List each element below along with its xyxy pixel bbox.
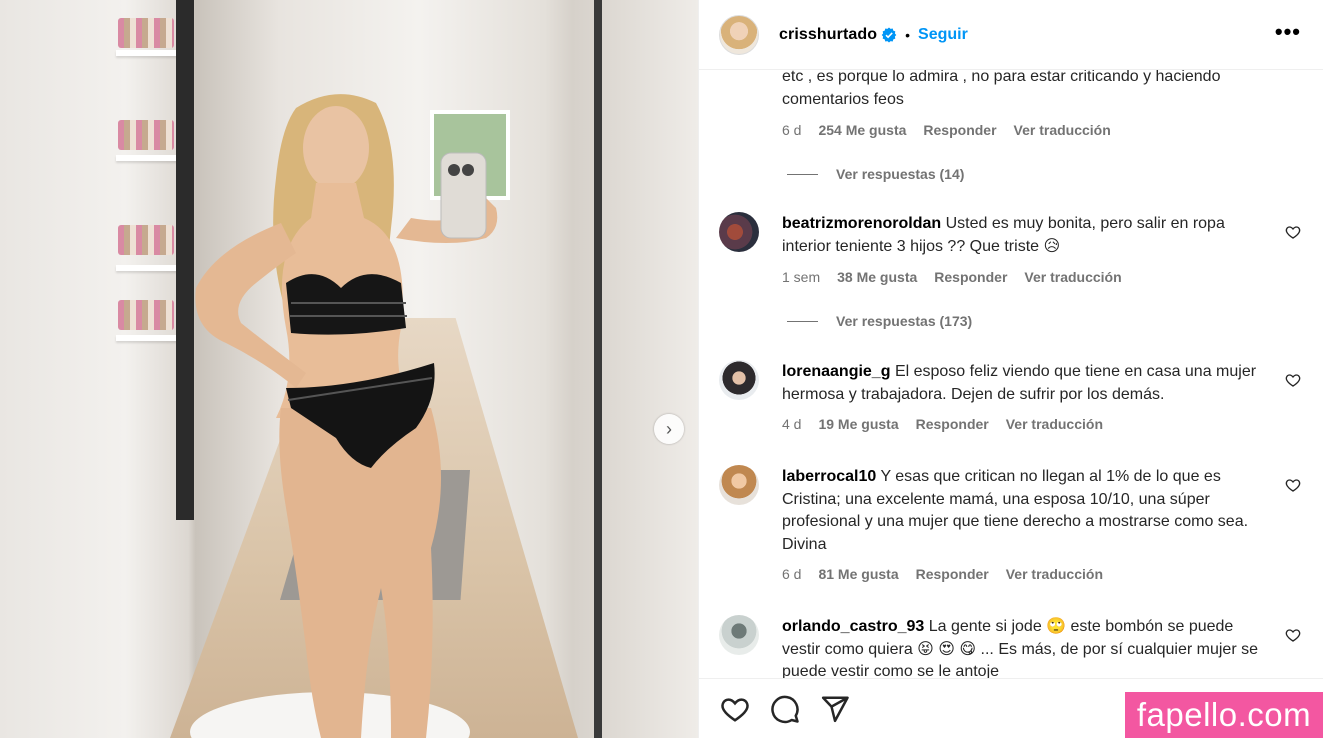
replies-divider — [787, 320, 818, 322]
view-replies-button[interactable]: Ver respuestas (173) — [787, 313, 972, 329]
photo-shelf — [116, 155, 178, 161]
author-avatar[interactable] — [719, 14, 759, 55]
comment-likes[interactable]: 38 Me gusta — [837, 269, 917, 285]
header-separator: • — [905, 26, 911, 43]
share-button[interactable] — [819, 693, 851, 725]
commenter-username[interactable]: laberrocal10 — [782, 468, 876, 485]
post-side-panel: crisshurtado • Seguir ••• etc , es porqu… — [698, 0, 1323, 738]
reply-button[interactable]: Responder — [916, 416, 989, 432]
send-icon — [821, 696, 849, 722]
comment-text: lorenaangie_g El esposo feliz viendo que… — [782, 363, 1257, 403]
comment-like-heart-icon[interactable] — [1285, 627, 1301, 643]
photo-person — [195, 94, 498, 738]
commenter-username[interactable]: beatrizmorenoroldan — [782, 215, 941, 232]
comment-meta: 6 d 254 Me gusta Responder Ver traducció… — [782, 122, 1128, 138]
comment-time[interactable]: 6 d — [782, 122, 801, 138]
commenter-username[interactable]: lorenaangie_g — [782, 363, 890, 380]
post-photo: › — [0, 0, 698, 738]
comment-likes[interactable]: 254 Me gusta — [818, 122, 906, 138]
photo-clothes — [118, 18, 174, 48]
comment-meta: 4 d 19 Me gusta Responder Ver traducción — [782, 416, 1120, 432]
comment-button[interactable] — [769, 693, 801, 725]
comment-time[interactable]: 1 sem — [782, 269, 820, 285]
reply-button[interactable]: Responder — [923, 122, 996, 138]
comment-text: beatrizmorenoroldan Usted es muy bonita,… — [782, 215, 1225, 255]
comment-meta: 6 d 81 Me gusta Responder Ver traducción — [782, 566, 1120, 582]
comment-likes[interactable]: 19 Me gusta — [818, 416, 898, 432]
comments-list: etc , es porque lo admira , no para esta… — [699, 70, 1323, 678]
comment-like-heart-icon[interactable] — [1285, 224, 1301, 240]
photo-shelf — [116, 50, 178, 56]
post-header: crisshurtado • Seguir ••• — [699, 0, 1323, 70]
translate-button[interactable]: Ver traducción — [1006, 416, 1103, 432]
comment-time[interactable]: 4 d — [782, 416, 801, 432]
translate-button[interactable]: Ver traducción — [1024, 269, 1121, 285]
replies-divider — [787, 173, 818, 175]
comment-like-heart-icon[interactable] — [1285, 477, 1301, 493]
translate-button[interactable]: Ver traducción — [1014, 122, 1111, 138]
next-photo-button[interactable]: › — [654, 414, 684, 444]
like-button[interactable] — [719, 693, 751, 725]
commenter-username[interactable]: orlando_castro_93 — [782, 618, 924, 635]
reply-button[interactable]: Responder — [916, 566, 989, 582]
follow-button[interactable]: Seguir — [918, 26, 968, 44]
commenter-avatar[interactable] — [719, 360, 759, 400]
comment-text: laberrocal10 Y esas que critican no lleg… — [782, 468, 1249, 553]
author-username[interactable]: crisshurtado — [779, 26, 877, 44]
comment-likes[interactable]: 81 Me gusta — [818, 566, 898, 582]
comment-text: orlando_castro_93 La gente si jode 🙄 est… — [782, 618, 1258, 678]
photo-shelf — [116, 265, 178, 271]
photo-clothes — [118, 120, 174, 150]
reply-button[interactable]: Responder — [934, 269, 1007, 285]
comment-time[interactable]: 6 d — [782, 566, 801, 582]
comment-text: etc , es porque lo admira , no para esta… — [782, 70, 1221, 108]
chevron-right-icon: › — [666, 418, 672, 439]
verified-badge-icon — [881, 27, 897, 43]
commenter-avatar[interactable] — [719, 212, 759, 252]
heart-icon — [721, 697, 749, 722]
view-replies-button[interactable]: Ver respuestas (14) — [787, 166, 964, 182]
photo-mirror-frame — [594, 0, 602, 738]
commenter-avatar[interactable] — [719, 615, 759, 655]
comment-meta: 1 sem 38 Me gusta Responder Ver traducci… — [782, 269, 1139, 285]
comment-icon — [771, 695, 799, 723]
watermark-badge: fapello.com — [1125, 692, 1323, 738]
photo-clothes — [118, 300, 174, 330]
photo-clothes — [118, 225, 174, 255]
comment-like-heart-icon[interactable] — [1285, 372, 1301, 388]
more-options-icon[interactable]: ••• — [1275, 21, 1301, 43]
photo-shelf — [116, 335, 178, 341]
commenter-avatar[interactable] — [719, 465, 759, 505]
translate-button[interactable]: Ver traducción — [1006, 566, 1103, 582]
